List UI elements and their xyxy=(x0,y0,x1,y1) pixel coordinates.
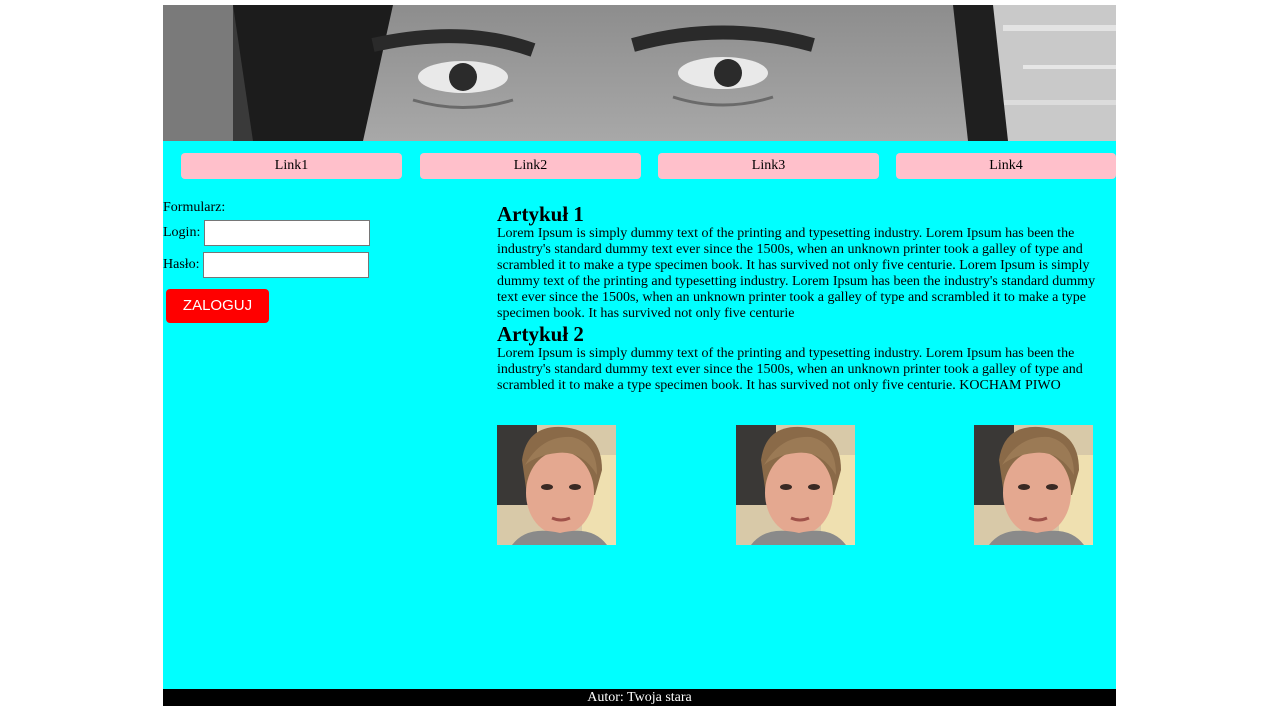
article-1-body: Lorem Ipsum is simply dummy text of the … xyxy=(497,226,1096,321)
nav-link-2[interactable]: Link2 xyxy=(420,153,641,179)
portrait-photo-icon xyxy=(497,425,616,545)
gallery-photo-1 xyxy=(497,425,616,545)
password-input[interactable] xyxy=(203,252,370,278)
password-label: Hasło: xyxy=(163,257,200,272)
nav-link-1[interactable]: Link1 xyxy=(181,153,402,179)
portrait-photo-icon xyxy=(736,425,855,545)
banner-face-photo xyxy=(163,5,1116,141)
login-label: Login: xyxy=(163,225,201,240)
nav-link-4[interactable]: Link4 xyxy=(896,153,1116,179)
form-title: Formularz: xyxy=(163,200,226,215)
nav-bar: Link1 Link2 Link3 Link4 xyxy=(163,153,1116,179)
article-2-body: Lorem Ipsum is simply dummy text of the … xyxy=(497,346,1083,393)
header-banner-image xyxy=(163,5,1116,141)
portrait-photo-icon xyxy=(974,425,1093,545)
gallery-photo-2 xyxy=(736,425,855,545)
login-input[interactable] xyxy=(203,220,370,246)
password-row: Hasło: xyxy=(163,252,370,278)
article-1: Artykuł 1 Lorem Ipsum is simply dummy te… xyxy=(497,202,1115,322)
login-button[interactable]: ZALOGUJ xyxy=(166,289,269,323)
article-2-title: Artykuł 2 xyxy=(497,322,584,346)
footer: Autor: Twoja stara xyxy=(163,689,1116,706)
login-row: Login: xyxy=(163,220,370,246)
photo-gallery xyxy=(497,425,1094,545)
articles-section: Artykuł 1 Lorem Ipsum is simply dummy te… xyxy=(497,202,1115,394)
nav-link-3[interactable]: Link3 xyxy=(658,153,879,179)
article-2: Artykuł 2 Lorem Ipsum is simply dummy te… xyxy=(497,322,1115,394)
page-container: Link1 Link2 Link3 Link4 Formularz: Login… xyxy=(163,5,1116,706)
article-1-title: Artykuł 1 xyxy=(497,202,584,226)
gallery-photo-3 xyxy=(974,425,1093,545)
